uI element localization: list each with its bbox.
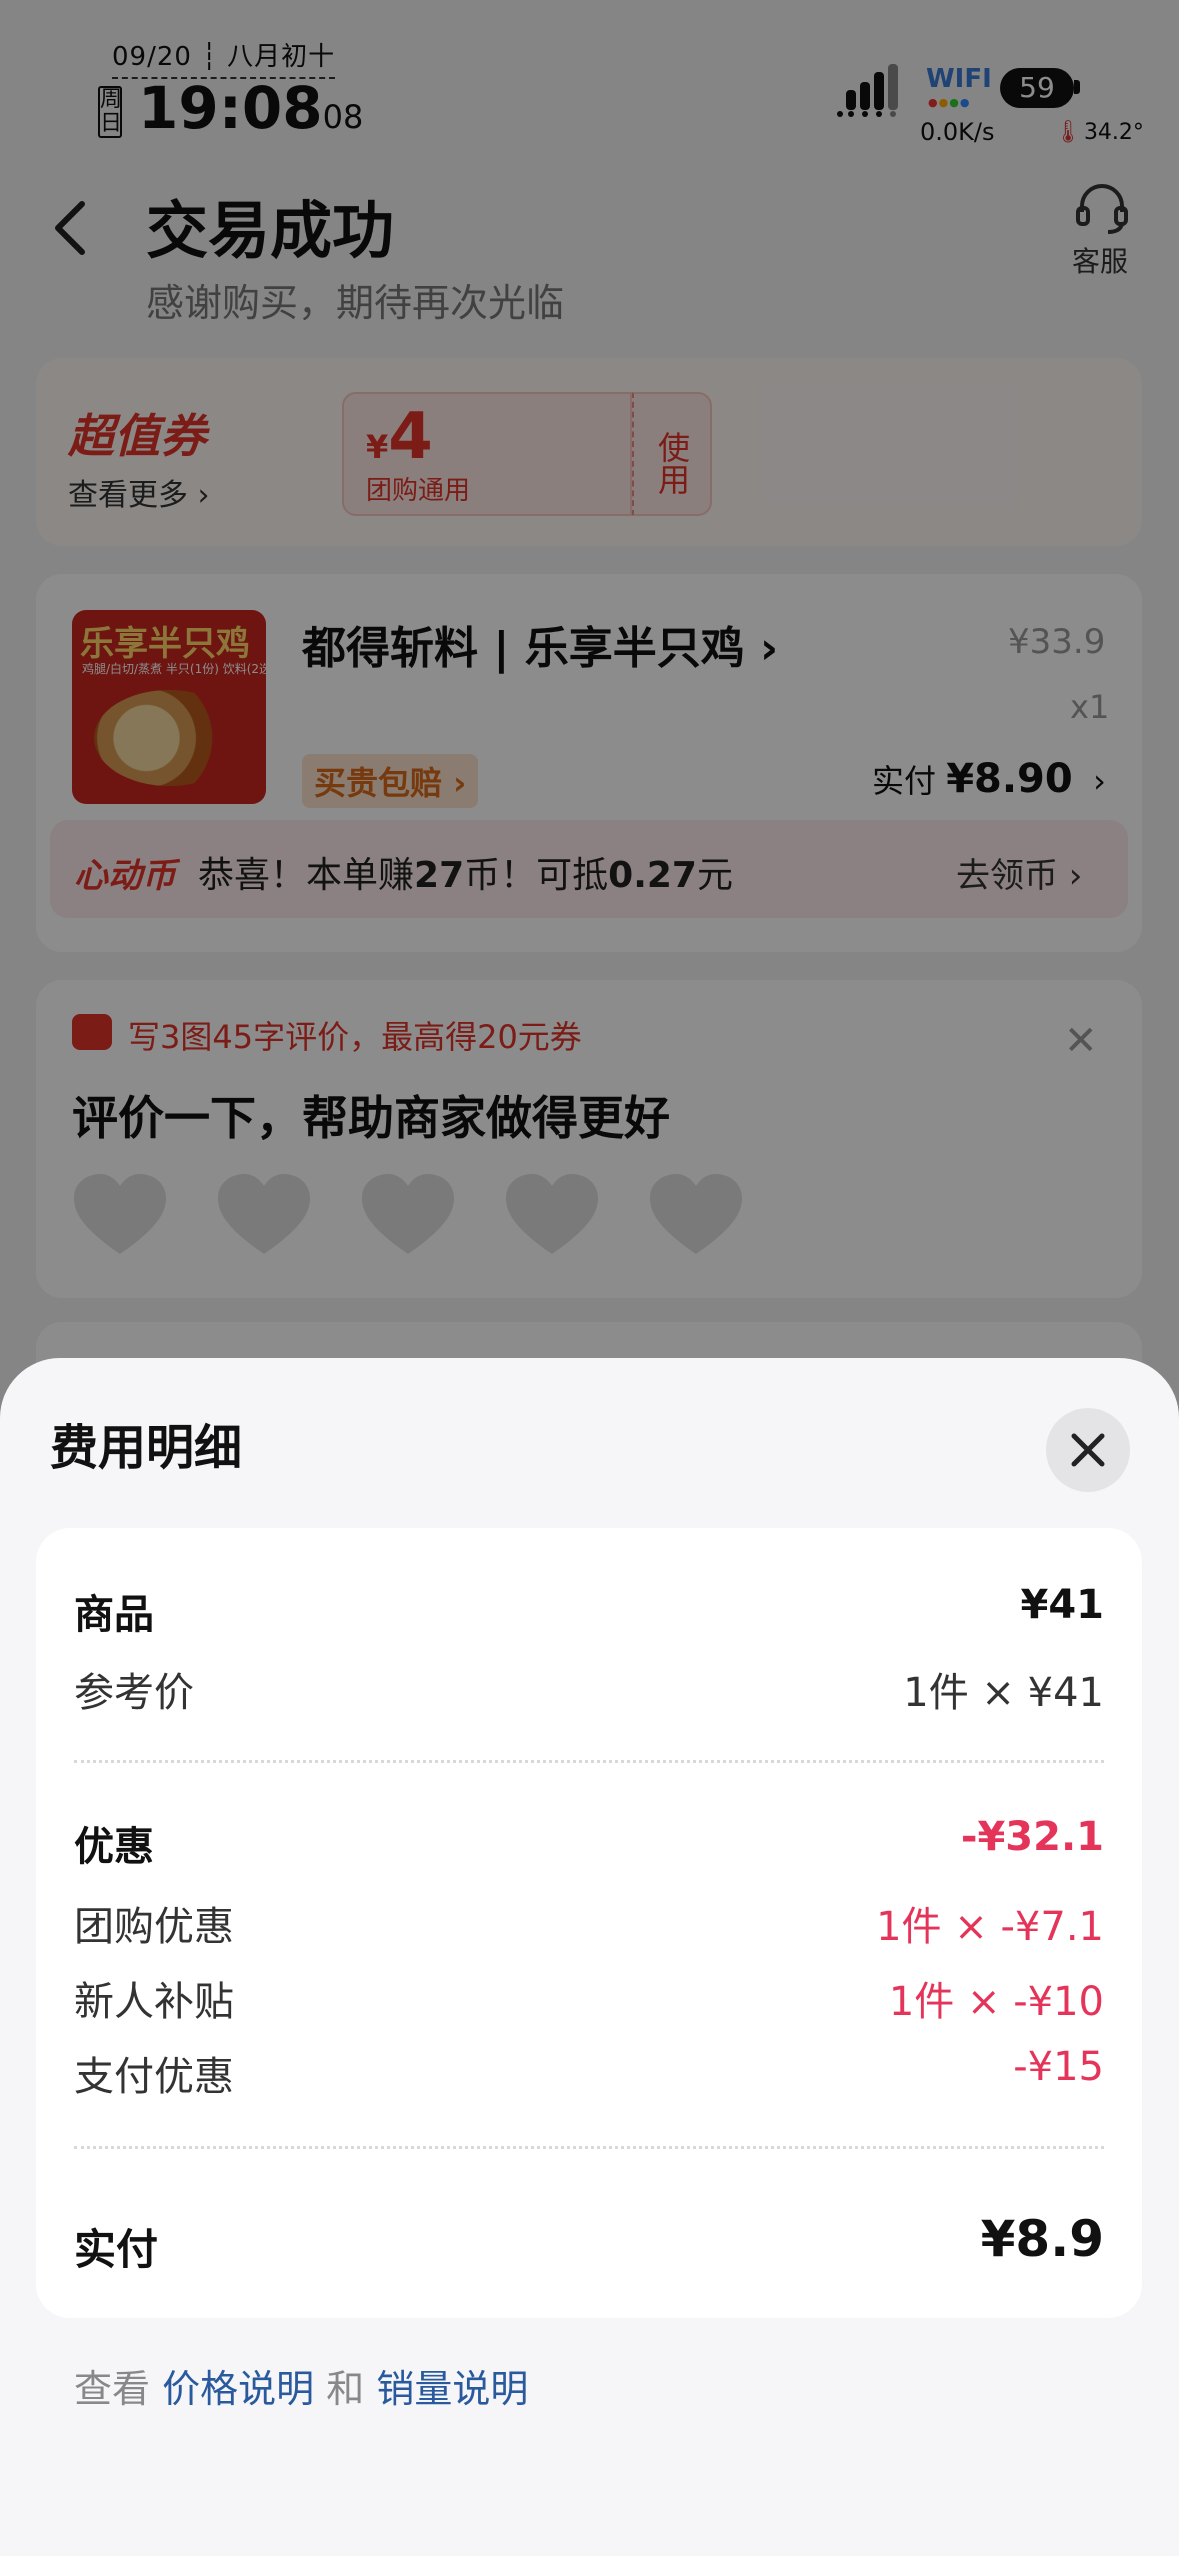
discount-total: -¥32.1 <box>960 1814 1104 1860</box>
goods-label: 商品 <box>74 1592 154 1638</box>
price-explanation-link[interactable]: 价格说明 <box>162 2367 314 2411</box>
divider <box>74 1760 1104 1763</box>
explanation-links: 查看 价格说明 和 销量说明 <box>74 2358 528 2413</box>
paid-total: ¥8.9 <box>980 2210 1104 2268</box>
reference-price-value: 1件 × ¥41 <box>903 1670 1104 1716</box>
discount-item-row: 团购优惠 1件 × -¥7.1 <box>74 1894 1104 1950</box>
fee-detail-sheet: 费用明细 商品 ¥41 参考价 1件 × ¥41 优惠 -¥32.1 团购优惠 … <box>0 1358 1179 2556</box>
goods-row: 商品 ¥41 <box>74 1582 1104 1638</box>
discount-item-label: 团购优惠 <box>74 1904 234 1950</box>
discount-item-label: 新人补贴 <box>74 1979 234 2025</box>
discount-item-label: 支付优惠 <box>74 2054 234 2100</box>
discount-item-value: 1件 × -¥7.1 <box>876 1904 1104 1950</box>
paid-label: 实付 <box>74 2225 159 2274</box>
sheet-close-button[interactable] <box>1046 1408 1130 1492</box>
footer-prefix: 查看 <box>74 2367 151 2411</box>
fee-detail-card: 商品 ¥41 参考价 1件 × ¥41 优惠 -¥32.1 团购优惠 1件 × … <box>36 1528 1142 2318</box>
paid-row: 实付 ¥8.9 <box>74 2210 1104 2274</box>
reference-price-label: 参考价 <box>74 1670 194 1716</box>
close-icon <box>1071 1433 1105 1467</box>
discount-item-value: -¥15 <box>1013 2044 1104 2090</box>
discount-label: 优惠 <box>74 1824 154 1870</box>
reference-price-row: 参考价 1件 × ¥41 <box>74 1660 1104 1716</box>
discount-item-row: 新人补贴 1件 × -¥10 <box>74 1969 1104 2025</box>
discount-row: 优惠 -¥32.1 <box>74 1814 1104 1870</box>
goods-total: ¥41 <box>1020 1582 1105 1628</box>
sheet-title: 费用明细 <box>50 1420 243 1476</box>
sales-explanation-link[interactable]: 销量说明 <box>376 2367 528 2411</box>
divider <box>74 2146 1104 2149</box>
discount-item-row: 支付优惠 -¥15 <box>74 2044 1104 2100</box>
discount-item-value: 1件 × -¥10 <box>888 1979 1104 2025</box>
footer-and: 和 <box>326 2367 365 2411</box>
